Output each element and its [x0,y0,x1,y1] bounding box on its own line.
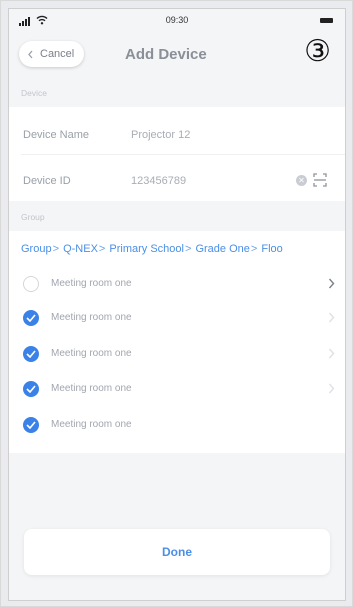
chevron-left-icon [28,50,33,58]
device-card: Device Name Projector 12 Device ID 12345… [9,107,345,201]
chevron-right-icon[interactable] [328,278,335,289]
list-item-label: Meeting room one [51,419,132,430]
scan-icon[interactable] [313,173,327,187]
device-name-field[interactable]: Projector 12 [131,129,190,141]
device-id-field[interactable]: 123456789 [131,175,186,187]
device-name-label: Device Name [23,129,90,141]
breadcrumb-separator: > [52,243,63,255]
breadcrumb: Group> Q-NEX> Primary School> Grade One>… [21,243,283,255]
page-title: Add Device [125,46,207,63]
list-item[interactable]: Meeting room one [9,338,345,370]
checked-circle-icon[interactable] [23,417,39,433]
screenshot-frame: 09:30 Cancel Add Device ③ Device Device … [0,0,353,607]
breadcrumb-item-group[interactable]: Group [21,243,52,255]
breadcrumb-separator: > [250,243,261,255]
breadcrumb-item-primary-school[interactable]: Primary School [109,243,184,255]
status-time: 09:30 [165,15,189,25]
checkmark-icon [26,314,36,322]
list-item-label: Meeting room one [51,278,132,289]
list-item[interactable]: Meeting room one [9,268,345,300]
cancel-label: Cancel [40,48,75,60]
list-item-label: Meeting room one [51,383,132,394]
checked-circle-icon[interactable] [23,381,39,397]
list-item-label: Meeting room one [51,348,132,359]
checkmark-icon [26,385,36,393]
step-badge: ③ [304,35,331,68]
cancel-button[interactable]: Cancel [19,41,85,67]
battery-icon [320,18,333,23]
list-item[interactable]: Meeting room one [9,373,345,405]
clear-circle-icon[interactable]: ✕ [296,175,307,186]
chevron-right-icon[interactable] [328,312,335,323]
checkmark-icon [26,350,36,358]
breadcrumb-item-grade-one[interactable]: Grade One [195,243,249,255]
breadcrumb-item-floor[interactable]: Floo [261,243,282,255]
device-section-label: Device [21,88,47,98]
done-button[interactable]: Done [24,529,330,575]
status-bar: 09:30 [9,9,345,31]
breadcrumb-separator: > [184,243,195,255]
device-id-label: Device ID [23,175,71,187]
list-item-label: Meeting room one [51,312,132,323]
breadcrumb-separator: > [98,243,109,255]
unchecked-circle-icon[interactable] [23,276,39,292]
chevron-right-icon[interactable] [328,348,335,359]
list-item[interactable]: Meeting room one [9,302,345,334]
phone-screen: 09:30 Cancel Add Device ③ Device Device … [8,8,346,601]
chevron-right-icon[interactable] [328,383,335,394]
nav-bar: Cancel Add Device ③ [9,35,345,75]
checkmark-icon [26,421,36,429]
checked-circle-icon[interactable] [23,346,39,362]
checked-circle-icon[interactable] [23,310,39,326]
group-section-label: Group [21,212,45,222]
breadcrumb-item-q-nex[interactable]: Q-NEX [63,243,98,255]
list-item[interactable]: Meeting room one [9,409,345,441]
divider [21,154,345,155]
